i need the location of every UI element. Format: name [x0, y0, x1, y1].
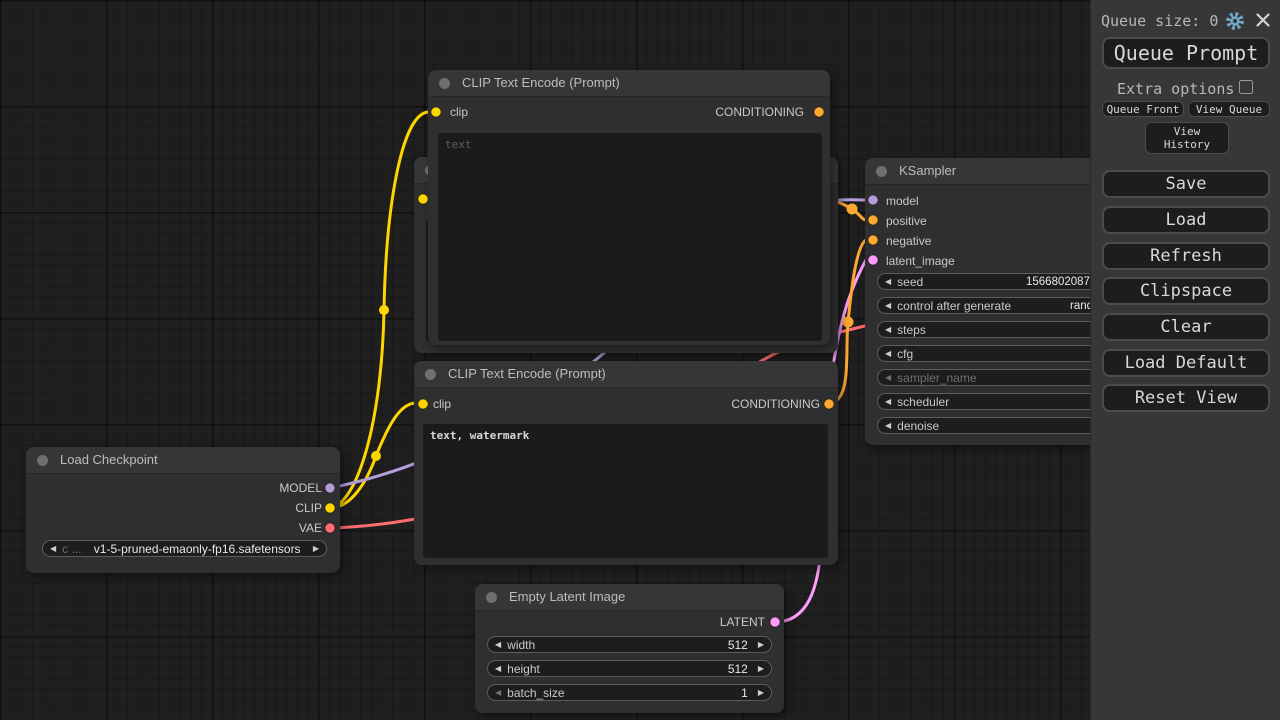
refresh-button[interactable]: Refresh [1102, 242, 1270, 270]
node-clip-text-encode-positive[interactable]: CLIP Text Encode (Prompt) clip CONDITION… [428, 70, 830, 345]
output-label-latent: LATENT [720, 615, 765, 629]
extra-options-checkbox[interactable] [1239, 80, 1253, 94]
input-label-negative: negative [886, 234, 931, 248]
view-queue-button[interactable]: View Queue [1188, 101, 1270, 117]
node-title-bar[interactable]: Empty Latent Image [475, 584, 784, 611]
output-label-clip: CLIP [295, 501, 322, 515]
extra-options-label: Extra options [1117, 80, 1234, 98]
reset-view-button[interactable]: Reset View [1102, 384, 1270, 412]
widget-value: 512 [728, 662, 748, 676]
node-empty-latent-image[interactable]: Empty Latent Image LATENT ◀ width 512 ▶ … [475, 584, 784, 713]
load-button[interactable]: Load [1102, 206, 1270, 234]
node-title-bar[interactable]: Load Checkpoint [26, 447, 340, 474]
output-label-conditioning: CONDITIONING [715, 105, 804, 119]
input-label-model: model [886, 194, 919, 208]
node-title-bar[interactable]: CLIP Text Encode (Prompt) [428, 70, 830, 97]
input-label-positive: positive [886, 214, 927, 228]
widget-next-icon[interactable]: ▶ [758, 664, 764, 673]
collapse-dot[interactable] [425, 369, 436, 380]
widget-prev-icon[interactable]: ◀ [885, 325, 891, 334]
widget-label: denoise [897, 419, 939, 433]
view-history-line: View [1174, 125, 1201, 138]
widget-label: control after generate [897, 299, 1011, 313]
gear-icon[interactable] [1225, 11, 1245, 31]
widget-label: steps [897, 323, 926, 337]
node-title: KSampler [899, 163, 956, 178]
widget-prev-icon[interactable]: ◀ [495, 640, 501, 649]
prompt-textarea[interactable]: text [438, 133, 822, 341]
comfyui-menu-panel: Queue size: 0 Queue Prompt Extra options… [1090, 0, 1280, 720]
widget-prev-icon[interactable]: ◀ [495, 688, 501, 697]
node-title: CLIP Text Encode (Prompt) [462, 75, 620, 90]
output-label-model: MODEL [279, 481, 322, 495]
prompt-textarea[interactable]: text, watermark [423, 424, 828, 558]
node-title: CLIP Text Encode (Prompt) [448, 366, 606, 381]
comfyui-app: beautiful scenery bottle CLIP Text Encod… [0, 0, 1280, 720]
batch-size-widget[interactable]: ◀ batch_size 1 ▶ [487, 684, 772, 701]
widget-prev-icon[interactable]: ◀ [50, 544, 56, 553]
widget-value: 512 [728, 638, 748, 652]
close-icon[interactable] [1254, 11, 1272, 29]
view-history-button[interactable]: View History [1145, 122, 1229, 154]
widget-value: 15668020871 [1026, 275, 1096, 289]
widget-next-icon[interactable]: ▶ [758, 688, 764, 697]
queue-front-button[interactable]: Queue Front [1102, 101, 1184, 117]
widget-label: height [507, 662, 540, 676]
widget-value: 1 [741, 686, 748, 700]
node-title: Load Checkpoint [60, 452, 158, 467]
widget-next-icon[interactable]: ▶ [313, 544, 319, 553]
queue-size-label: Queue size: 0 [1101, 12, 1218, 30]
widget-label: seed [897, 275, 923, 289]
output-label-conditioning: CONDITIONING [731, 397, 820, 411]
widget-label: c ... [62, 542, 81, 556]
collapse-dot[interactable] [439, 78, 450, 89]
input-label-latent-image: latent_image [886, 254, 955, 268]
widget-value: v1-5-pruned-emaonly-fp16.safetensors [82, 542, 313, 556]
input-label-clip: clip [433, 397, 451, 411]
save-button[interactable]: Save [1102, 170, 1270, 198]
queue-prompt-button[interactable]: Queue Prompt [1102, 37, 1270, 69]
clear-button[interactable]: Clear [1102, 313, 1270, 341]
view-history-line: History [1164, 138, 1210, 151]
widget-next-icon[interactable]: ▶ [758, 640, 764, 649]
widget-label: scheduler [897, 395, 949, 409]
node-clip-text-encode-negative[interactable]: CLIP Text Encode (Prompt) clip CONDITION… [414, 361, 838, 565]
widget-prev-icon[interactable]: ◀ [885, 397, 891, 406]
clipspace-button[interactable]: Clipspace [1102, 277, 1270, 305]
node-title-bar[interactable]: CLIP Text Encode (Prompt) [414, 361, 838, 388]
widget-prev-icon[interactable]: ◀ [885, 349, 891, 358]
widget-label: batch_size [507, 686, 564, 700]
widget-prev-icon[interactable]: ◀ [885, 373, 891, 382]
collapse-dot[interactable] [876, 166, 887, 177]
widget-prev-icon[interactable]: ◀ [885, 421, 891, 430]
load-default-button[interactable]: Load Default [1102, 349, 1270, 377]
widget-prev-icon[interactable]: ◀ [885, 277, 891, 286]
widget-prev-icon[interactable]: ◀ [885, 301, 891, 310]
output-label-vae: VAE [299, 521, 322, 535]
node-load-checkpoint[interactable]: Load Checkpoint MODEL CLIP VAE ◀ c ... v… [26, 447, 340, 573]
height-widget[interactable]: ◀ height 512 ▶ [487, 660, 772, 677]
collapse-dot[interactable] [486, 592, 497, 603]
node-title: Empty Latent Image [509, 589, 625, 604]
widget-label: cfg [897, 347, 913, 361]
widget-label: width [507, 638, 535, 652]
ckpt-name-widget[interactable]: ◀ c ... v1-5-pruned-emaonly-fp16.safeten… [42, 540, 327, 557]
widget-prev-icon[interactable]: ◀ [495, 664, 501, 673]
widget-label: sampler_name [897, 371, 976, 385]
input-label-clip: clip [450, 105, 468, 119]
collapse-dot[interactable] [37, 455, 48, 466]
width-widget[interactable]: ◀ width 512 ▶ [487, 636, 772, 653]
